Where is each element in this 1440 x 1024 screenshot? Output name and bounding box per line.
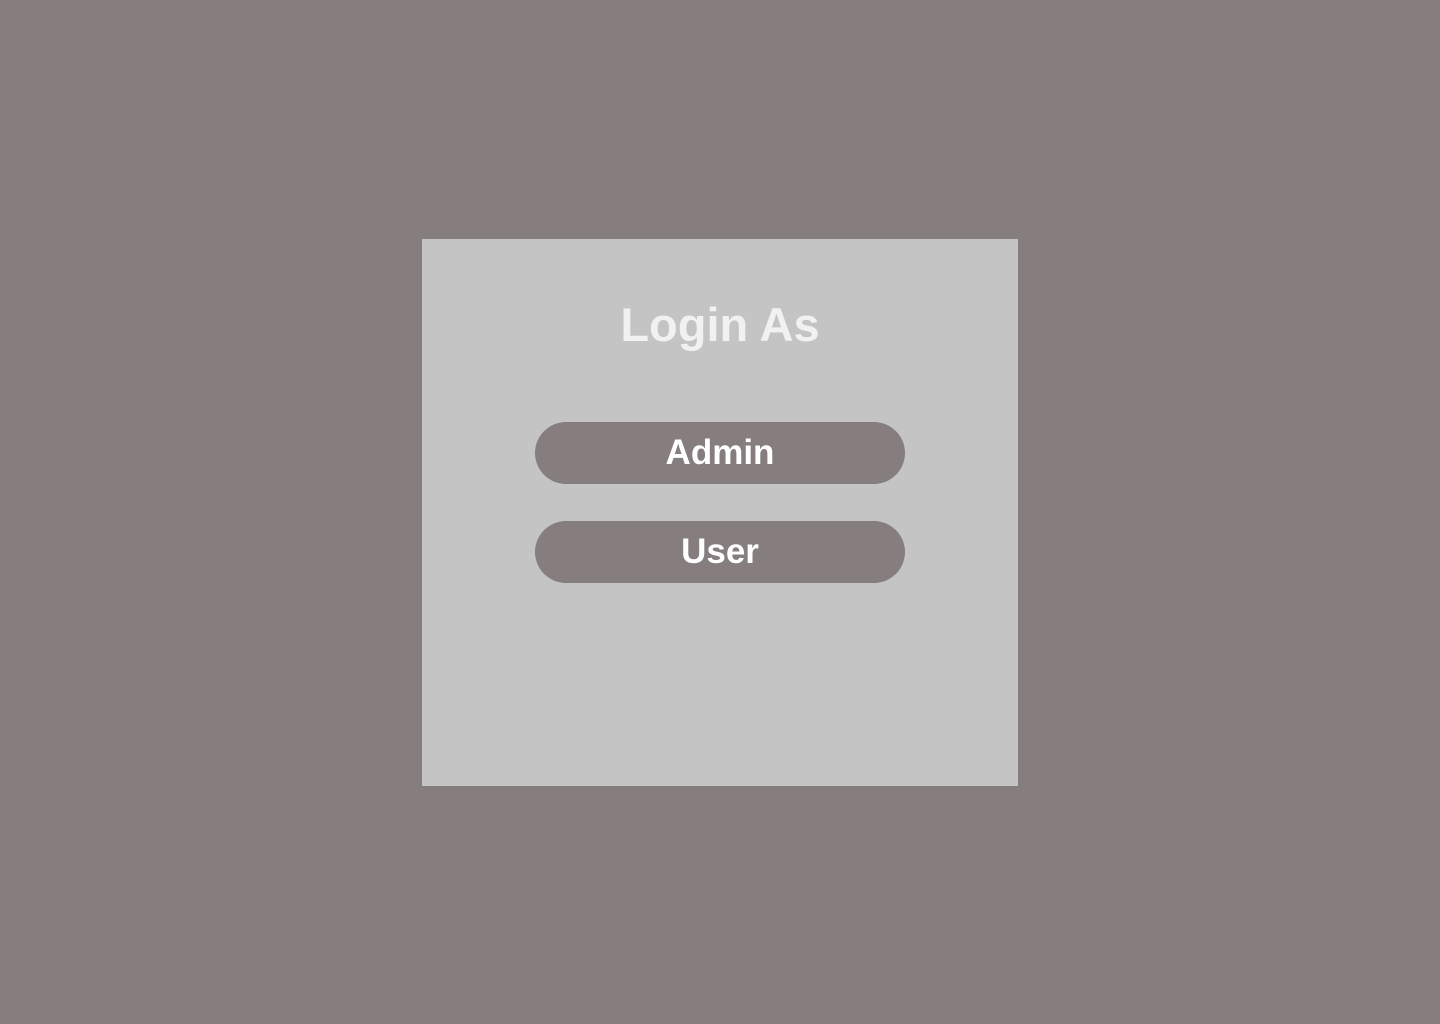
user-button[interactable]: User xyxy=(535,521,905,583)
login-title: Login As xyxy=(620,298,820,351)
admin-button[interactable]: Admin xyxy=(535,422,905,484)
login-card: Login As Admin User xyxy=(422,239,1018,786)
